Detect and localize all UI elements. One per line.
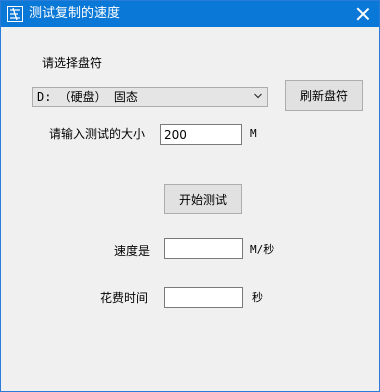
elapsed-field[interactable] [164,287,243,308]
start-test-button[interactable]: 开始测试 [164,184,242,214]
window-title: 测试复制的速度 [29,6,121,21]
app-icon [7,6,23,22]
test-size-value: 200 [164,128,187,142]
main-window: 测试复制的速度 请选择盘符 D: （硬盘） 固态 刷新盘符 请输入测试的大小 2… [0,0,380,392]
chevron-down-icon [254,93,262,99]
drive-prompt-label: 请选择盘符 [42,56,103,70]
elapsed-label: 花费时间 [100,291,149,305]
drive-select[interactable]: D: （硬盘） 固态 [32,87,268,107]
drive-select-value: D: （硬盘） 固态 [37,90,138,104]
refresh-drives-label: 刷新盘符 [299,89,348,103]
close-icon[interactable] [353,4,373,24]
test-size-label: 请输入测试的大小 [49,127,146,141]
test-size-input[interactable]: 200 [160,124,242,145]
title-bar[interactable]: 测试复制的速度 [1,1,379,27]
speed-label: 速度是 [114,244,151,258]
start-test-label: 开始测试 [178,193,227,207]
speed-field[interactable] [164,238,243,259]
refresh-drives-button[interactable]: 刷新盘符 [285,80,363,111]
elapsed-unit: 秒 [252,291,263,304]
test-size-unit: M [250,127,257,140]
speed-unit: M/秒 [250,243,275,256]
